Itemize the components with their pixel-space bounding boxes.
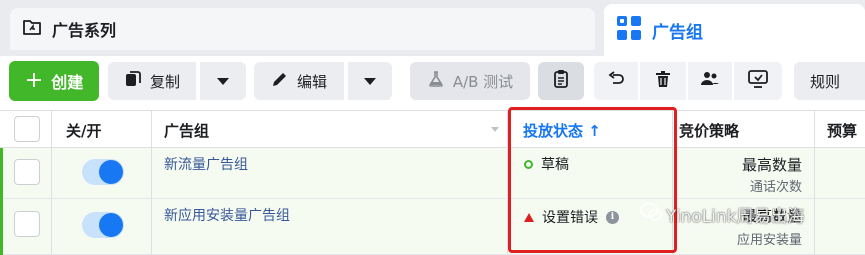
on-off-toggle[interactable] bbox=[82, 159, 124, 185]
clipboard-button[interactable] bbox=[538, 62, 584, 100]
watermark: YinoLink周易出海 bbox=[640, 202, 805, 227]
sort-up-arrow-icon: ↑ bbox=[588, 122, 601, 140]
caret-down-icon bbox=[364, 77, 376, 85]
sort-indicator-icon[interactable] bbox=[491, 127, 499, 132]
col-header-budget[interactable]: 预算 bbox=[827, 120, 857, 141]
tab-campaigns-label: 广告系列 bbox=[52, 21, 117, 40]
delivery-status: 设置错误 i bbox=[524, 207, 619, 227]
preview-button[interactable] bbox=[734, 62, 782, 100]
bid-strategy-goal: 通话次数 bbox=[749, 180, 802, 195]
grid-icon bbox=[616, 15, 642, 45]
col-header-toggle[interactable]: 关/开 bbox=[66, 120, 101, 141]
adsets-table: 关/开 广告组 投放状态 ↑ 竞价策略 预算 新流量广告组 草稿 最高数量 通话… bbox=[0, 110, 865, 255]
status-text: 草稿 bbox=[541, 157, 569, 173]
duplicate-label: 复制 bbox=[149, 72, 180, 91]
bid-strategy-goal: 应用安装量 bbox=[736, 233, 802, 248]
edit-label: 编辑 bbox=[296, 72, 327, 91]
select-all-checkbox[interactable] bbox=[14, 116, 40, 142]
tab-adsets-label: 广告组 bbox=[652, 22, 703, 43]
table-header: 关/开 广告组 投放状态 ↑ 竞价策略 预算 bbox=[0, 110, 865, 148]
clipboard-icon bbox=[552, 69, 570, 93]
draft-status-icon bbox=[524, 159, 533, 169]
status-text: 设置错误 bbox=[542, 210, 598, 226]
table-row[interactable]: 新流量广告组 草稿 最高数量 通话次数 bbox=[0, 148, 865, 199]
create-button[interactable]: + 创建 bbox=[9, 61, 99, 101]
rules-label: 规则 bbox=[810, 72, 841, 91]
col-header-bid-strategy[interactable]: 竞价策略 bbox=[679, 120, 739, 141]
rules-button[interactable]: 规则 bbox=[794, 62, 865, 100]
trash-icon bbox=[654, 70, 672, 92]
row-checkbox[interactable] bbox=[14, 159, 40, 185]
on-off-toggle[interactable] bbox=[82, 212, 124, 238]
duplicate-button[interactable]: 复制 bbox=[108, 62, 196, 100]
people-icon bbox=[700, 70, 720, 92]
watermark-text: YinoLink周易出海 bbox=[666, 207, 805, 227]
copy-icon bbox=[124, 70, 142, 92]
folder-icon bbox=[22, 17, 42, 41]
flask-icon bbox=[427, 70, 445, 92]
create-label: 创建 bbox=[51, 73, 84, 92]
undo-button[interactable] bbox=[594, 62, 638, 100]
tab-bar: 广告系列 广告组 bbox=[0, 0, 865, 56]
delivery-status: 草稿 bbox=[524, 154, 569, 174]
selection-accent-bar bbox=[0, 148, 3, 255]
adset-name-link[interactable]: 新流量广告组 bbox=[164, 154, 248, 174]
wechat-icon bbox=[640, 202, 662, 227]
edit-menu-button[interactable] bbox=[348, 62, 392, 100]
ab-test-button[interactable]: A/B 测试 bbox=[410, 62, 530, 100]
people-button[interactable] bbox=[688, 62, 732, 100]
col-header-status[interactable]: 投放状态 ↑ bbox=[523, 120, 601, 141]
edit-button[interactable]: 编辑 bbox=[254, 62, 344, 100]
tab-campaigns[interactable]: 广告系列 bbox=[10, 8, 595, 50]
caret-down-icon bbox=[217, 77, 229, 85]
pencil-icon bbox=[271, 70, 289, 92]
tab-adsets[interactable]: 广告组 bbox=[604, 4, 865, 56]
toolbar: + 创建 复制 编辑 A/B 测试 规则 bbox=[0, 56, 865, 110]
info-icon[interactable]: i bbox=[606, 210, 619, 224]
duplicate-menu-button[interactable] bbox=[200, 62, 246, 100]
undo-icon bbox=[607, 70, 625, 92]
plus-icon: + bbox=[24, 68, 44, 93]
ab-test-label: A/B 测试 bbox=[452, 72, 514, 91]
delete-button[interactable] bbox=[640, 62, 686, 100]
bid-strategy-value: 最高数量 bbox=[741, 156, 802, 174]
adset-name-link[interactable]: 新应用安装量广告组 bbox=[164, 205, 290, 225]
error-warning-icon bbox=[524, 212, 534, 222]
preview-icon bbox=[748, 69, 768, 93]
row-checkbox[interactable] bbox=[14, 211, 40, 237]
col-header-name[interactable]: 广告组 bbox=[164, 120, 209, 141]
